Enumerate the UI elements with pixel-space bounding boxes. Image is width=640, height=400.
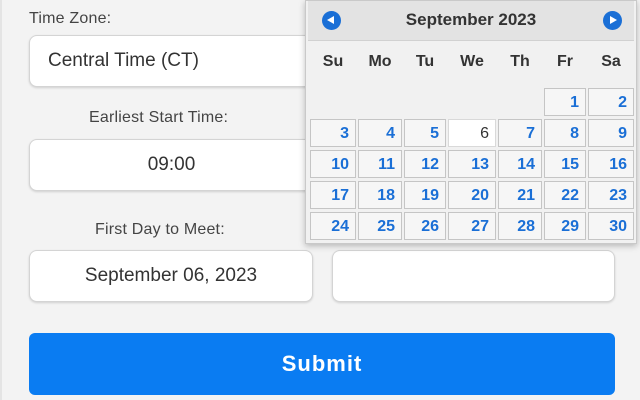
datepicker-weekday-row: Su Mo Tu We Th Fr Sa [309, 53, 635, 71]
day-cell[interactable]: 7 [498, 119, 542, 147]
time-zone-value: Central Time (CT) [48, 50, 199, 71]
day-cell[interactable]: 23 [588, 181, 634, 209]
earliest-start-value: 09:00 [147, 154, 196, 175]
day-cell[interactable]: 3 [310, 119, 356, 147]
first-day-value: September 06, 2023 [84, 265, 258, 286]
day-cell[interactable]: 17 [310, 181, 356, 209]
day-cell[interactable]: 11 [358, 150, 402, 178]
day-cell[interactable]: 27 [448, 212, 496, 240]
day-cell-empty [498, 88, 542, 116]
day-cell[interactable]: 8 [544, 119, 586, 147]
earliest-start-label: Earliest Start Time: [89, 109, 229, 126]
first-day-input[interactable]: September 06, 2023 [29, 250, 313, 302]
day-cell[interactable]: 18 [358, 181, 402, 209]
weekday-header: Mo [368, 53, 392, 70]
day-cell[interactable]: 9 [588, 119, 634, 147]
day-cell-empty [310, 88, 356, 116]
weekday-header: Su [322, 53, 344, 70]
weekday-header: Fr [557, 53, 573, 70]
weekday-header: Th [510, 53, 530, 70]
day-cell[interactable]: 26 [404, 212, 446, 240]
datepicker-header: September 2023 [308, 1, 634, 41]
day-cell[interactable]: 28 [498, 212, 542, 240]
page-edge [0, 0, 2, 400]
day-cell-empty [358, 88, 402, 116]
day-cell[interactable]: 12 [404, 150, 446, 178]
day-cell-empty [404, 88, 446, 116]
submit-button[interactable]: Submit [29, 333, 615, 395]
day-cell-selected[interactable]: 6 [448, 119, 496, 147]
datepicker-popup: September 2023 Su Mo Tu We Th Fr Sa 1234567891… [305, 0, 637, 244]
day-cell[interactable]: 20 [448, 181, 496, 209]
day-cell[interactable]: 16 [588, 150, 634, 178]
earliest-start-input[interactable]: 09:00 [29, 139, 314, 191]
weekday-header: We [460, 53, 484, 70]
day-cell[interactable]: 22 [544, 181, 586, 209]
day-cell[interactable]: 4 [358, 119, 402, 147]
day-cell[interactable]: 25 [358, 212, 402, 240]
submit-label: Submit [281, 351, 363, 376]
second-date-input[interactable] [332, 250, 615, 302]
day-cell[interactable]: 15 [544, 150, 586, 178]
time-zone-label: Time Zone: [29, 10, 112, 27]
day-cell[interactable]: 21 [498, 181, 542, 209]
day-cell-empty [448, 88, 496, 116]
day-cell[interactable]: 2 [588, 88, 634, 116]
datepicker-day-grid: 1 2 3 4 5 6 7 8 9 10 11 12 13 14 15 16 17 18 19 20 21 22 23 24 2… [309, 87, 635, 242]
day-cell[interactable]: 1 [544, 88, 586, 116]
day-cell[interactable]: 30 [588, 212, 634, 240]
day-cell[interactable]: 29 [544, 212, 586, 240]
day-cell[interactable]: 14 [498, 150, 542, 178]
day-cell[interactable]: 5 [404, 119, 446, 147]
day-cell[interactable]: 10 [310, 150, 356, 178]
datepicker-month-title: September 2023 [405, 10, 537, 29]
day-cell[interactable]: 24 [310, 212, 356, 240]
first-day-label: First Day to Meet: [95, 221, 225, 238]
day-cell[interactable]: 13 [448, 150, 496, 178]
time-zone-select[interactable]: Central Time (CT) [29, 35, 314, 87]
chevron-right-circle-icon[interactable] [603, 11, 622, 30]
day-cell[interactable]: 19 [404, 181, 446, 209]
weekday-header: Sa [601, 53, 621, 70]
weekday-header: Tu [415, 53, 435, 70]
